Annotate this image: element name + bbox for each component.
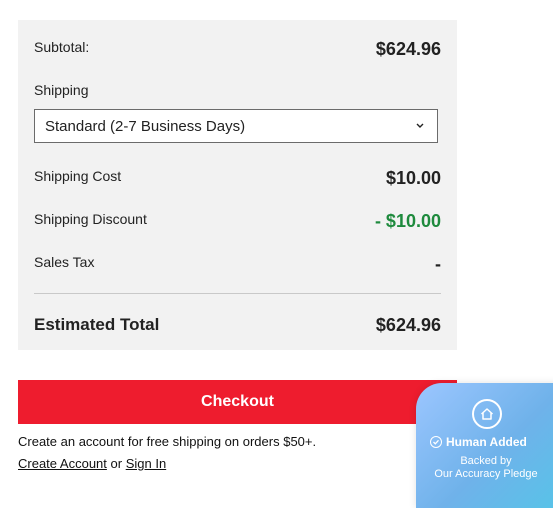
sales-tax-value: - [435, 254, 441, 274]
create-account-link[interactable]: Create Account [18, 456, 107, 471]
shipping-cost-label: Shipping Cost [34, 168, 122, 184]
home-icon [472, 399, 502, 429]
shipping-discount-label: Shipping Discount [34, 211, 147, 227]
estimated-total-label: Estimated Total [34, 315, 160, 334]
shipping-cost-value: $10.00 [385, 168, 441, 188]
subtotal-row: Subtotal: $624.96 [34, 39, 441, 63]
accuracy-pledge-badge[interactable]: Human Added Backed by Our Accuracy Pledg… [416, 383, 553, 508]
sales-tax-label: Sales Tax [34, 254, 95, 270]
badge-line-1: Backed by [460, 455, 512, 467]
checkout-button[interactable]: Checkout [18, 380, 457, 424]
shipping-row: Shipping [34, 82, 441, 102]
subtotal-label: Subtotal: [34, 39, 90, 55]
shipping-method-value: Standard (2-7 Business Days) [45, 117, 246, 135]
shipping-discount-row: Shipping Discount - $10.00 [34, 211, 441, 235]
shipping-method-select[interactable]: Standard (2-7 Business Days) [34, 109, 438, 143]
sales-tax-row: Sales Tax - [34, 254, 441, 278]
chevron-down-icon [413, 119, 427, 133]
account-links: Create Account or Sign In [18, 456, 166, 471]
subtotal-value: $624.96 [375, 39, 441, 59]
human-added-label: Human Added [430, 435, 527, 449]
shipping-discount-value: - $10.00 [374, 211, 441, 231]
shipping-cost-row: Shipping Cost $10.00 [34, 168, 441, 192]
free-shipping-note: Create an account for free shipping on o… [18, 434, 317, 449]
shipping-label: Shipping [34, 82, 89, 98]
summary-divider [34, 293, 441, 294]
sign-in-link[interactable]: Sign In [126, 456, 166, 471]
estimated-total-value: $624.96 [375, 315, 441, 335]
human-added-text: Human Added [446, 435, 527, 449]
badge-line-2: Our Accuracy Pledge [434, 468, 538, 480]
estimated-total-row: Estimated Total $624.96 [34, 315, 441, 339]
order-summary: Subtotal: $624.96 Shipping Standard (2-7… [18, 20, 457, 350]
or-text: or [110, 456, 123, 471]
check-circle-icon [430, 436, 442, 448]
